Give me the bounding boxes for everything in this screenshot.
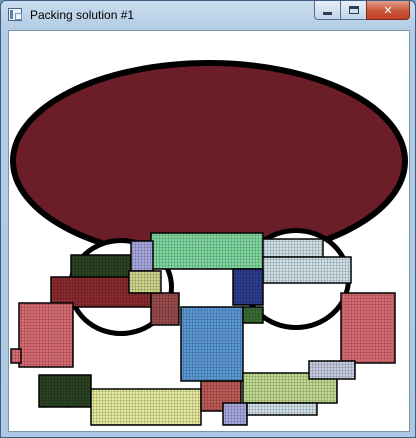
close-button[interactable]: ✕	[366, 1, 410, 20]
piece-grid-texture	[233, 269, 263, 305]
maximize-icon	[348, 6, 359, 14]
piece-grid-texture	[223, 403, 247, 425]
piece-grid-texture	[151, 293, 179, 325]
title-bar[interactable]: Packing solution #1 ✕	[1, 1, 415, 29]
piece-grid-texture	[129, 271, 161, 293]
packing-drawing	[9, 60, 409, 426]
piece-grid-texture	[181, 307, 243, 381]
piece-grid-texture	[243, 307, 263, 323]
piece-grid-texture	[71, 255, 131, 279]
piece-grid-texture	[19, 303, 73, 367]
close-icon: ✕	[383, 3, 393, 17]
window-title: Packing solution #1	[30, 8, 135, 22]
caption-buttons: ✕	[314, 1, 410, 21]
piece-grid-texture	[263, 257, 351, 283]
piece-grid-texture	[247, 403, 317, 415]
application-window-icon[interactable]	[8, 8, 22, 21]
piece-grid-texture	[341, 293, 395, 363]
piece-grid-texture	[39, 375, 91, 407]
minimize-icon	[323, 11, 332, 15]
piece-grid-texture	[151, 233, 263, 269]
piece-grid-texture	[11, 349, 21, 363]
minimize-button[interactable]	[314, 1, 340, 20]
maximize-button[interactable]	[340, 1, 366, 20]
piece-grid-texture	[263, 239, 323, 259]
packed-pieces	[10, 232, 396, 426]
packing-canvas	[8, 30, 410, 432]
piece-grid-texture	[131, 241, 153, 271]
piece-grid-texture	[309, 361, 355, 379]
piece-grid-texture	[91, 389, 201, 425]
app-window: Packing solution #1 ✕	[0, 0, 416, 438]
